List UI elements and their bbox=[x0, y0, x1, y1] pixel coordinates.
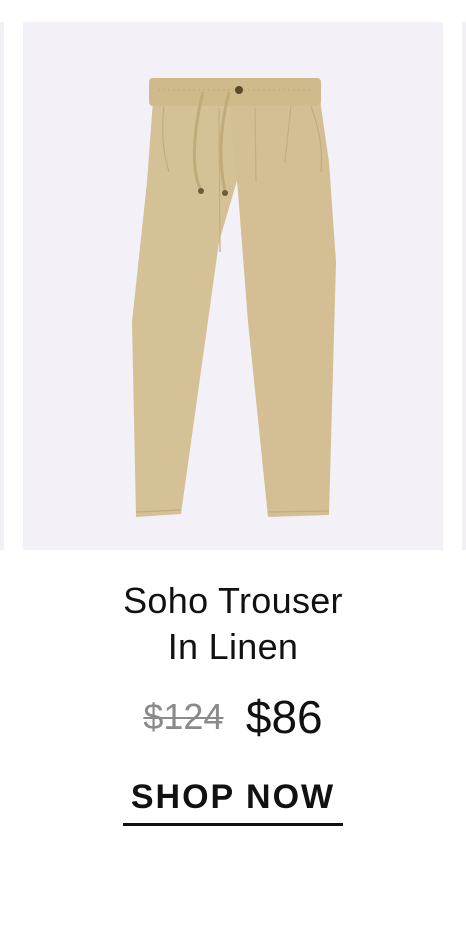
shop-now-button[interactable]: SHOP NOW bbox=[123, 778, 343, 826]
carousel-next-card-edge[interactable] bbox=[462, 22, 466, 550]
original-price: $124 bbox=[143, 696, 224, 737]
trouser-product-image[interactable] bbox=[23, 22, 443, 550]
carousel-previous-card-edge[interactable] bbox=[0, 22, 4, 550]
product-title[interactable]: Soho Trouser In Linen bbox=[0, 578, 466, 670]
product-title-line-1: Soho Trouser bbox=[123, 580, 343, 621]
product-image-card[interactable] bbox=[23, 22, 443, 550]
sale-price: $86 bbox=[245, 691, 323, 743]
price-row: $124 $86 bbox=[0, 690, 466, 744]
product-title-line-2: In Linen bbox=[167, 626, 299, 667]
